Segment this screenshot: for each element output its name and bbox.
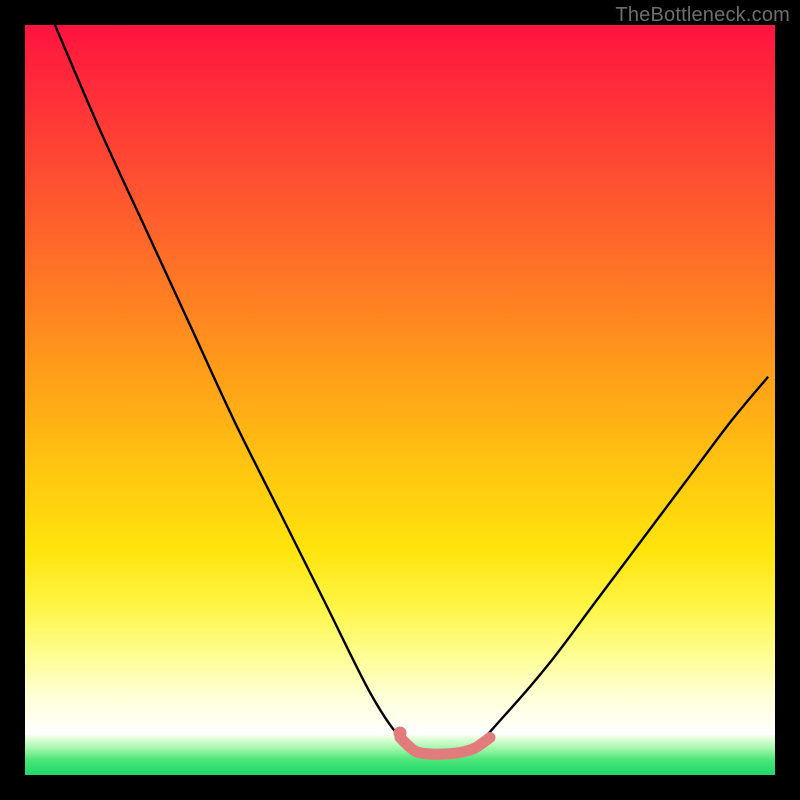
optimal-marker-dot — [394, 727, 407, 740]
watermark-text: TheBottleneck.com — [615, 4, 790, 27]
optimal-range-path — [400, 738, 490, 755]
chart-plot-area — [25, 25, 775, 775]
chart-svg — [25, 25, 775, 775]
bottleneck-curve-path — [55, 25, 768, 754]
app-frame: TheBottleneck.com — [0, 0, 800, 800]
